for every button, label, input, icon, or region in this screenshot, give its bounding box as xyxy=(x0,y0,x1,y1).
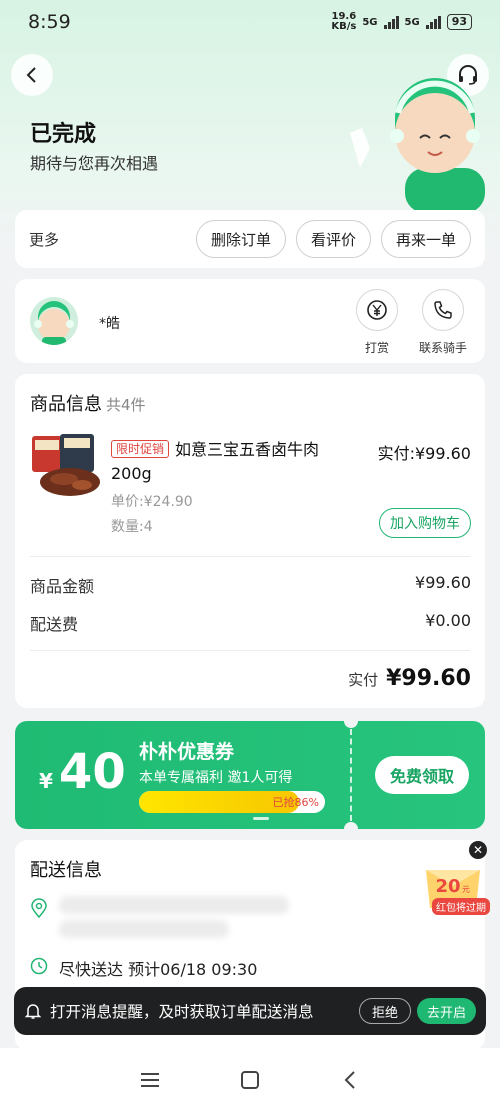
system-nav-bar xyxy=(0,1048,500,1111)
delete-order-button[interactable]: 删除订单 xyxy=(195,220,286,258)
coupon-value: 40 xyxy=(58,744,126,800)
menu-icon xyxy=(141,1072,159,1087)
close-icon: ✕ xyxy=(472,843,484,857)
back-arrow-icon xyxy=(26,67,36,83)
coupon-notch-bottom xyxy=(344,822,358,829)
back-button[interactable] xyxy=(11,54,53,96)
coupon-currency: ¥ xyxy=(39,769,53,793)
network-type-2: 5G xyxy=(404,16,420,28)
tip-label: 打赏 xyxy=(364,341,389,355)
total-paid-value: ¥99.60 xyxy=(386,666,471,691)
delivery-section-title: 配送信息 xyxy=(30,860,102,881)
delivery-fee-value: ¥0.00 xyxy=(425,611,471,630)
phone-icon xyxy=(434,301,452,319)
coupon-banner[interactable]: ¥ 40 朴朴优惠券 本单专属福利 邀1人可得 已抢86% 免费领取 xyxy=(15,721,485,829)
total-paid-row: 实付 ¥99.60 xyxy=(348,666,471,691)
carousel-indicator xyxy=(253,817,269,820)
goods-count: 共4件 xyxy=(106,396,146,414)
red-packet-label: 红包将过期 xyxy=(432,898,490,915)
rider-avatar-icon xyxy=(34,301,74,345)
contact-rider-label: 联系骑手 xyxy=(418,341,467,355)
add-to-cart-button[interactable]: 加入购物车 xyxy=(379,508,471,538)
network-speed-unit: KB/s xyxy=(331,21,357,32)
goods-info-card: 商品信息 共4件 限时促销 如意三宝五香卤牛肉200g 实付:¥99.60 单价:¥… xyxy=(15,374,485,708)
network-type-1: 5G xyxy=(362,16,378,28)
status-indicators: 19.6 KB/s 5G 5G 93 xyxy=(331,12,472,32)
coupon-progress-bar: 已抢86% xyxy=(139,791,325,813)
clock-icon xyxy=(30,957,48,975)
total-paid-label: 实付 xyxy=(348,671,379,689)
recent-apps-button[interactable] xyxy=(130,1060,170,1100)
claim-coupon-button[interactable]: 免费领取 xyxy=(375,756,469,794)
mascot-illustration xyxy=(350,78,485,213)
coupon-progress-text: 已抢86% xyxy=(272,796,319,809)
reorder-button[interactable]: 再来一单 xyxy=(380,220,471,258)
status-bar: 8:59 19.6 KB/s 5G 5G 93 xyxy=(0,0,500,44)
delivery-time: 尽快送达 预计06/18 09:30 xyxy=(59,960,258,979)
coupon-description: 本单专属福利 邀1人可得 xyxy=(139,770,293,786)
divider xyxy=(30,556,470,557)
bell-icon xyxy=(24,1004,42,1019)
goods-amount-value: ¥99.60 xyxy=(415,573,471,592)
home-icon xyxy=(241,1070,259,1089)
system-back-button[interactable] xyxy=(330,1060,370,1100)
address-redacted xyxy=(59,896,289,914)
yen-coin-icon xyxy=(367,300,387,320)
home-button[interactable] xyxy=(230,1060,270,1100)
product-quantity: 数量:4 xyxy=(111,519,153,535)
coupon-title: 朴朴优惠券 xyxy=(139,741,235,763)
goods-title-text: 商品信息 xyxy=(30,394,102,415)
goods-amount-label: 商品金额 xyxy=(30,577,95,596)
divider xyxy=(30,650,470,651)
coupon-divider xyxy=(350,729,352,821)
network-speed: 19.6 KB/s xyxy=(331,12,356,32)
location-pin-icon xyxy=(31,898,47,918)
product-unit-price: 单价:¥24.90 xyxy=(111,494,193,510)
product-image[interactable] xyxy=(30,432,106,502)
phone-icon-circle xyxy=(422,289,464,331)
order-status-subtitle: 期待与您再次相遇 xyxy=(30,154,159,173)
enable-notification-button[interactable]: 去开启 xyxy=(416,998,476,1024)
product-name-block[interactable]: 限时促销 如意三宝五香卤牛肉200g xyxy=(111,438,351,486)
rider-name: *皓 xyxy=(99,316,120,332)
view-review-button[interactable]: 看评价 xyxy=(295,220,371,258)
goods-section-title: 商品信息 共4件 xyxy=(30,390,146,416)
coupon-amount: ¥ 40 xyxy=(39,747,126,797)
tip-icon-circle xyxy=(356,289,398,331)
signal-icon xyxy=(425,15,441,29)
order-status-title: 已完成 xyxy=(30,122,97,147)
delivery-fee-label: 配送费 xyxy=(30,615,79,634)
signal-icon xyxy=(383,15,399,29)
product-paid-amount: 实付:¥99.60 xyxy=(377,444,471,463)
notification-prompt-text: 打开消息提醒，及时获取订单配送消息 xyxy=(50,1003,314,1021)
notification-prompt: 打开消息提醒，及时获取订单配送消息 拒绝 去开启 xyxy=(14,987,486,1035)
more-actions-card: 更多 删除订单 看评价 再来一单 xyxy=(15,210,485,268)
rider-avatar xyxy=(30,297,78,345)
close-red-packet-button[interactable]: ✕ xyxy=(469,841,487,859)
coupon-notch-top xyxy=(344,721,358,728)
promo-tag: 限时促销 xyxy=(111,440,170,458)
red-packet-amount: 20 xyxy=(435,876,460,897)
reject-notification-button[interactable]: 拒绝 xyxy=(358,998,411,1024)
rider-card: *皓 打赏 联系骑手 xyxy=(15,279,485,363)
contact-redacted xyxy=(59,920,229,938)
tip-rider-button[interactable]: 打赏 xyxy=(347,289,407,356)
contact-rider-button[interactable]: 联系骑手 xyxy=(413,289,473,356)
status-time: 8:59 xyxy=(28,11,71,33)
red-packet-unit: 元 xyxy=(462,885,470,894)
more-label: 更多 xyxy=(29,230,60,249)
battery-icon: 93 xyxy=(446,14,472,30)
back-triangle-icon xyxy=(344,1070,355,1089)
